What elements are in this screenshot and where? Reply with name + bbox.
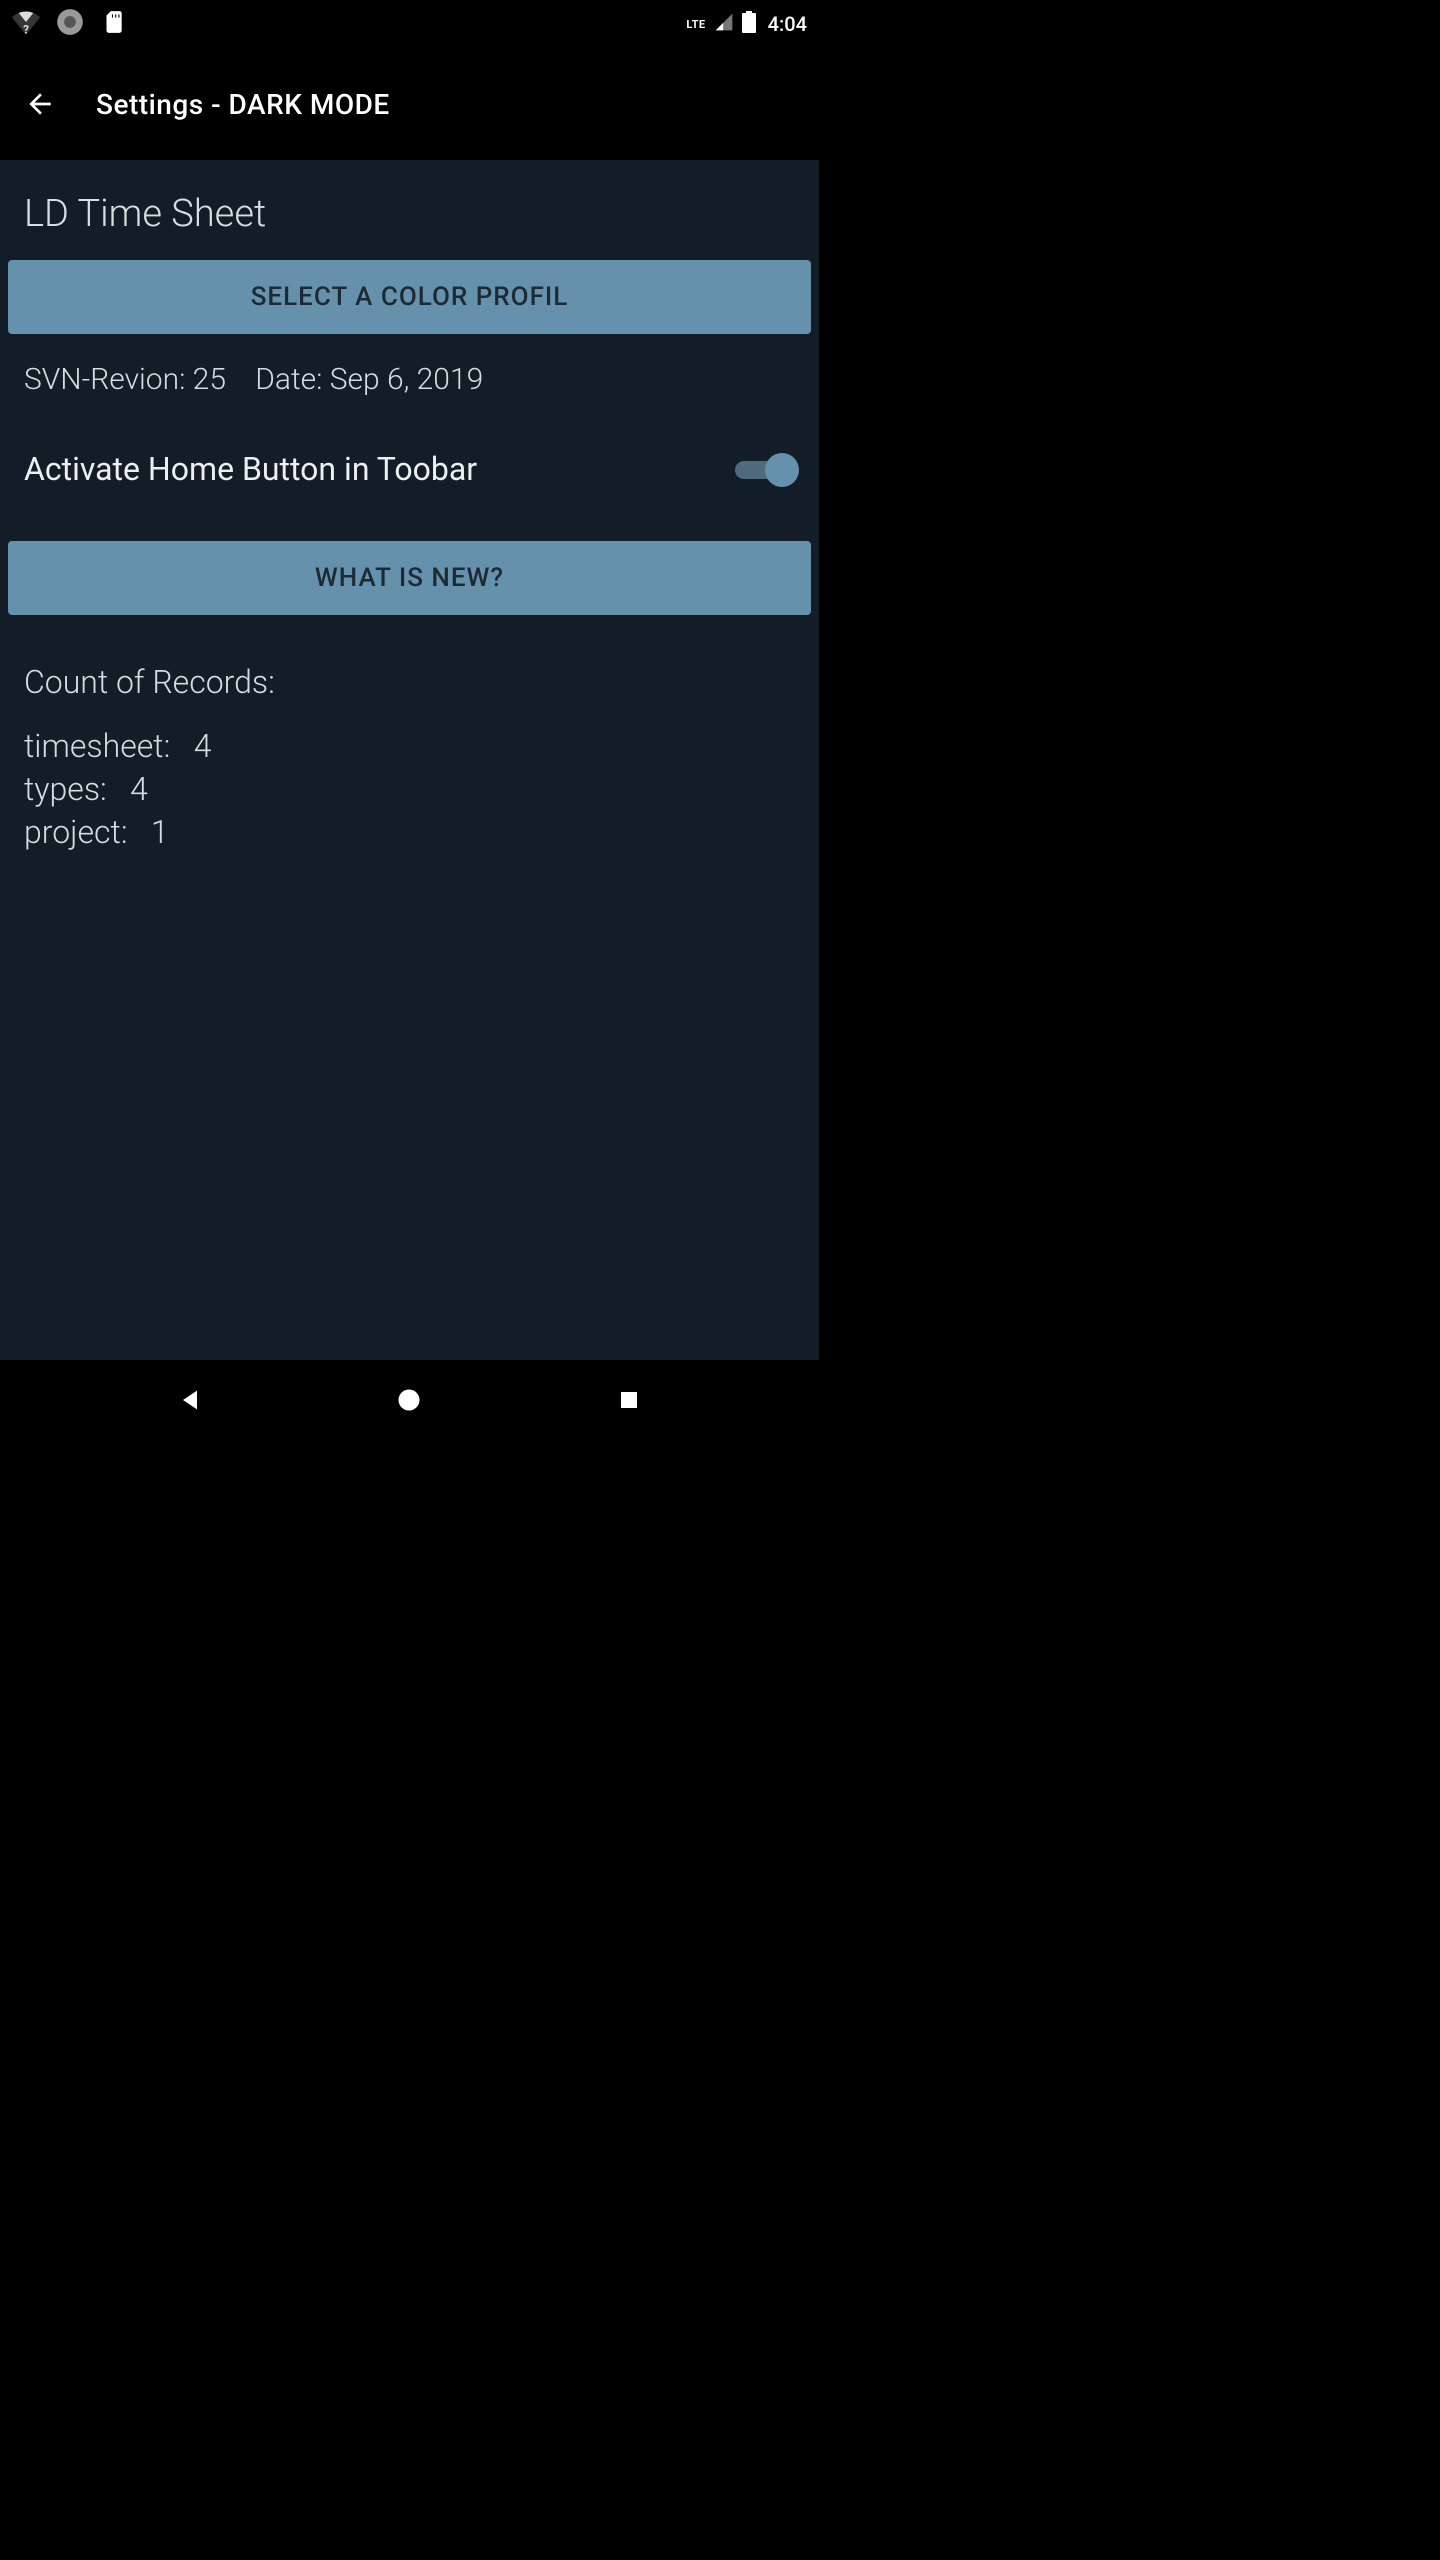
- toggle-switch[interactable]: [735, 449, 795, 489]
- section-title: LD Time Sheet: [8, 184, 811, 260]
- back-button[interactable]: [16, 80, 64, 128]
- status-left: ?: [12, 8, 126, 40]
- circle-target-icon: [56, 8, 84, 40]
- sd-card-icon: [100, 9, 126, 39]
- home-button-toggle-row[interactable]: Activate Home Button in Toobar: [8, 421, 811, 529]
- lte-label: LTE: [686, 18, 705, 31]
- status-bar: ? LTE 4:04: [0, 0, 819, 48]
- wifi-icon: ?: [12, 8, 40, 40]
- switch-thumb: [765, 453, 799, 487]
- select-color-profile-button[interactable]: SELECT A COLOR PROFIL: [8, 260, 811, 334]
- records-list: timesheet: 4 types: 4 project: 1: [8, 725, 811, 855]
- android-nav-bar: [0, 1360, 819, 1440]
- whats-new-button[interactable]: WHAT IS NEW?: [8, 541, 811, 615]
- status-right: LTE 4:04: [686, 11, 807, 37]
- records-heading: Count of Records:: [8, 615, 811, 725]
- app-bar: Settings - DARK MODE: [0, 48, 819, 160]
- signal-icon: [714, 12, 734, 36]
- nav-recent-button[interactable]: [605, 1376, 653, 1424]
- svn-date-info: SVN-Revion: 25 Date: Sep 6, 2019: [8, 334, 811, 421]
- svg-text:?: ?: [23, 23, 29, 36]
- status-time: 4:04: [768, 12, 807, 36]
- nav-back-button[interactable]: [166, 1376, 214, 1424]
- nav-home-button[interactable]: [385, 1376, 433, 1424]
- content-area: LD Time Sheet SELECT A COLOR PROFIL SVN-…: [0, 160, 819, 1360]
- app-bar-title: Settings - DARK MODE: [96, 88, 390, 121]
- battery-icon: [742, 11, 756, 37]
- toggle-label: Activate Home Button in Toobar: [24, 450, 477, 488]
